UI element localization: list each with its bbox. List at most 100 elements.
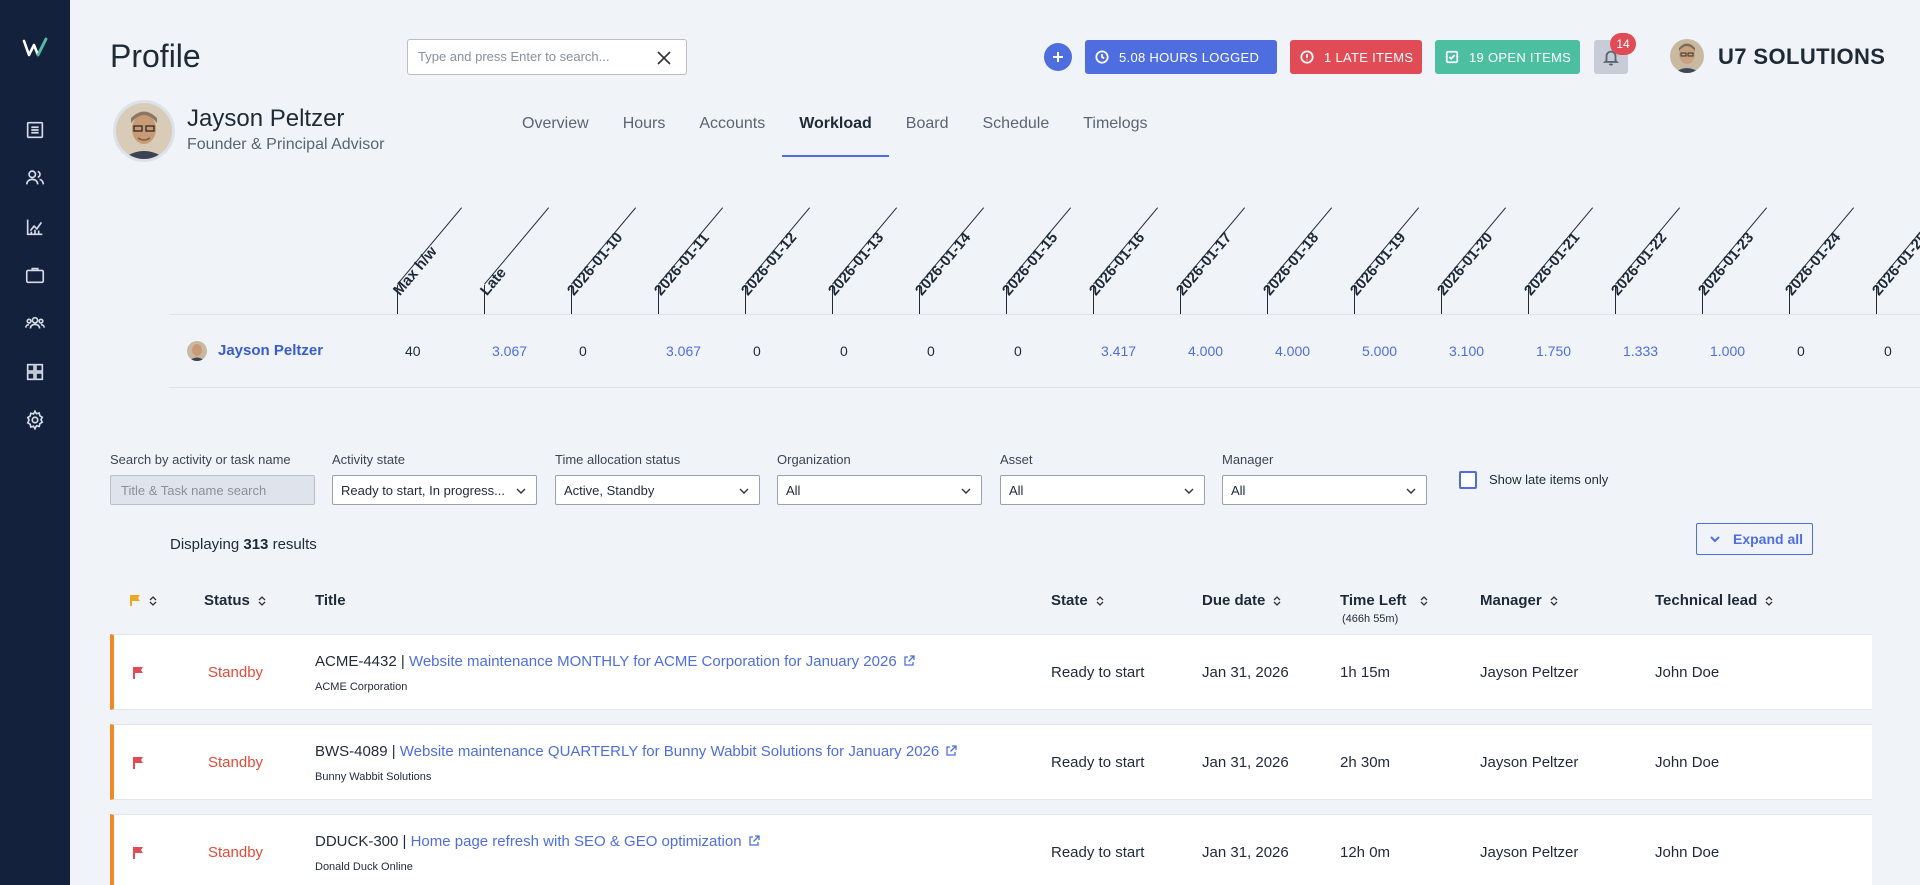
workload-cell[interactable]: 3.100 <box>1449 343 1484 359</box>
app-logo-icon[interactable] <box>22 37 48 59</box>
task-manager: Jayson Peltzer <box>1480 754 1579 771</box>
add-button[interactable] <box>1044 43 1072 71</box>
external-link-icon[interactable] <box>903 655 915 667</box>
column-header-status[interactable]: Status <box>204 592 266 609</box>
workload-cell[interactable]: 1.333 <box>1623 343 1658 359</box>
flag-icon[interactable] <box>131 756 145 770</box>
table-row[interactable]: Standby BWS-4089 | Website maintenance Q… <box>110 724 1872 800</box>
global-search[interactable] <box>407 39 687 75</box>
tab-workload[interactable]: Workload <box>782 115 889 157</box>
sort-icon[interactable] <box>149 595 157 607</box>
workload-column-header: 2026-01-16 <box>1086 207 1173 315</box>
late-items-button[interactable]: 1 LATE ITEMS <box>1290 40 1422 74</box>
workload-column-label: 2026-01-12 <box>737 229 801 299</box>
column-header-state[interactable]: State <box>1051 592 1104 609</box>
flag-icon[interactable] <box>131 666 145 680</box>
sidebar-item-tasks[interactable] <box>23 118 47 142</box>
workload-cell: 0 <box>1797 343 1805 359</box>
column-header-label: Title <box>315 592 346 609</box>
results-number: 313 <box>243 536 269 553</box>
tab-timelogs[interactable]: Timelogs <box>1066 115 1164 157</box>
check-square-icon <box>1445 50 1459 64</box>
workload-column-header: Late <box>477 207 564 315</box>
column-header-manager[interactable]: Manager <box>1480 592 1558 609</box>
status-label: Standby <box>208 844 264 861</box>
workload-column-header: 2026-01-25 <box>1869 207 1920 315</box>
org-avatar[interactable] <box>1670 39 1704 73</box>
hours-logged-label: 5.08 HOURS LOGGED <box>1119 49 1260 65</box>
list-icon <box>26 121 44 139</box>
hours-logged-button[interactable]: 5.08 HOURS LOGGED <box>1085 40 1277 74</box>
asset-select[interactable]: All <box>1000 475 1205 505</box>
workload-column-header: 2026-01-21 <box>1521 207 1608 315</box>
tab-accounts[interactable]: Accounts <box>682 115 782 157</box>
task-title: ACME-4432 | Website maintenance MONTHLY … <box>315 653 915 670</box>
table-row[interactable]: Standby ACME-4432 | Website maintenance … <box>110 634 1872 710</box>
workload-user-link[interactable]: Jayson Peltzer <box>218 342 323 359</box>
org-name: U7 SOLUTIONS <box>1718 44 1886 69</box>
tab-schedule[interactable]: Schedule <box>966 115 1067 157</box>
workload-cell[interactable]: 1.750 <box>1536 343 1571 359</box>
column-header-label: Due date <box>1202 592 1266 609</box>
clear-search-icon[interactable] <box>656 50 672 66</box>
organization-select[interactable]: All <box>777 475 982 505</box>
workload-cell[interactable]: 3.067 <box>666 343 701 359</box>
column-header-due-date[interactable]: Due date <box>1202 592 1281 609</box>
sidebar <box>0 0 70 885</box>
sidebar-item-users[interactable] <box>23 166 47 190</box>
global-search-input[interactable] <box>418 49 638 64</box>
sidebar-item-settings[interactable] <box>23 408 47 432</box>
open-items-label: 19 OPEN ITEMS <box>1469 49 1572 65</box>
flag-icon[interactable] <box>131 846 145 860</box>
filter-label-activity-state: Activity state <box>332 452 405 467</box>
workload-cell[interactable]: 4.000 <box>1275 343 1310 359</box>
sidebar-item-apps[interactable] <box>23 360 47 384</box>
task-due-date: Jan 31, 2026 <box>1202 844 1289 861</box>
status-label: Standby <box>208 754 264 771</box>
task-title-link[interactable]: Home page refresh with SEO & GEO optimiz… <box>411 833 742 850</box>
workload-cell[interactable]: 3.417 <box>1101 343 1136 359</box>
workload-column-label: 2026-01-15 <box>998 229 1062 299</box>
workload-cell[interactable]: 1.000 <box>1710 343 1745 359</box>
workload-column-label: 2026-01-11 <box>650 229 713 299</box>
workload-column-label: 2026-01-17 <box>1172 229 1236 299</box>
avatar <box>187 341 207 361</box>
table-row[interactable]: Standby DDUCK-300 | Home page refresh wi… <box>110 814 1872 885</box>
workload-column-header: 2026-01-20 <box>1434 207 1521 315</box>
sort-icon <box>1420 595 1428 606</box>
tab-hours[interactable]: Hours <box>606 115 683 157</box>
column-header-technical-lead[interactable]: Technical lead <box>1655 592 1773 609</box>
workload-column-header: 2026-01-22 <box>1608 207 1695 315</box>
chevron-down-icon <box>961 488 971 494</box>
workload-column-label: 2026-01-23 <box>1694 229 1758 299</box>
team-icon <box>25 316 45 329</box>
manager-select[interactable]: All <box>1222 475 1427 505</box>
workload-cell: 0 <box>927 343 935 359</box>
column-header-label: Status <box>204 592 250 609</box>
workload-cell[interactable]: 5.000 <box>1362 343 1397 359</box>
late-only-checkbox[interactable] <box>1459 471 1477 489</box>
tab-overview[interactable]: Overview <box>505 115 606 157</box>
sort-icon <box>258 595 266 606</box>
workload-column-label: 2026-01-10 <box>563 229 627 299</box>
task-title-link[interactable]: Website maintenance QUARTERLY for Bunny … <box>400 743 939 760</box>
external-link-icon[interactable] <box>748 835 760 847</box>
organization-value: All <box>786 483 801 498</box>
task-title: DDUCK-300 | Home page refresh with SEO &… <box>315 833 760 850</box>
task-search-input[interactable]: Title & Task name search <box>110 475 315 505</box>
external-link-icon[interactable] <box>945 745 957 757</box>
time-allocation-select[interactable]: Active, Standby <box>555 475 760 505</box>
expand-all-button[interactable]: Expand all <box>1696 523 1813 555</box>
workload-cell[interactable]: 4.000 <box>1188 343 1223 359</box>
column-header-time-left[interactable]: Time Left <box>1340 592 1428 609</box>
activity-state-select[interactable]: Ready to start, In progress... <box>332 475 537 505</box>
sort-icon <box>1550 595 1558 606</box>
open-items-button[interactable]: 19 OPEN ITEMS <box>1435 40 1580 74</box>
task-title-link[interactable]: Website maintenance MONTHLY for ACME Cor… <box>409 653 897 670</box>
flag-sort-icon[interactable] <box>129 594 143 606</box>
tab-board[interactable]: Board <box>889 115 966 157</box>
task-manager: Jayson Peltzer <box>1480 664 1579 681</box>
workload-cell[interactable]: 3.067 <box>492 343 527 359</box>
results-prefix: Displaying <box>170 536 244 553</box>
chevron-down-icon <box>516 488 526 494</box>
